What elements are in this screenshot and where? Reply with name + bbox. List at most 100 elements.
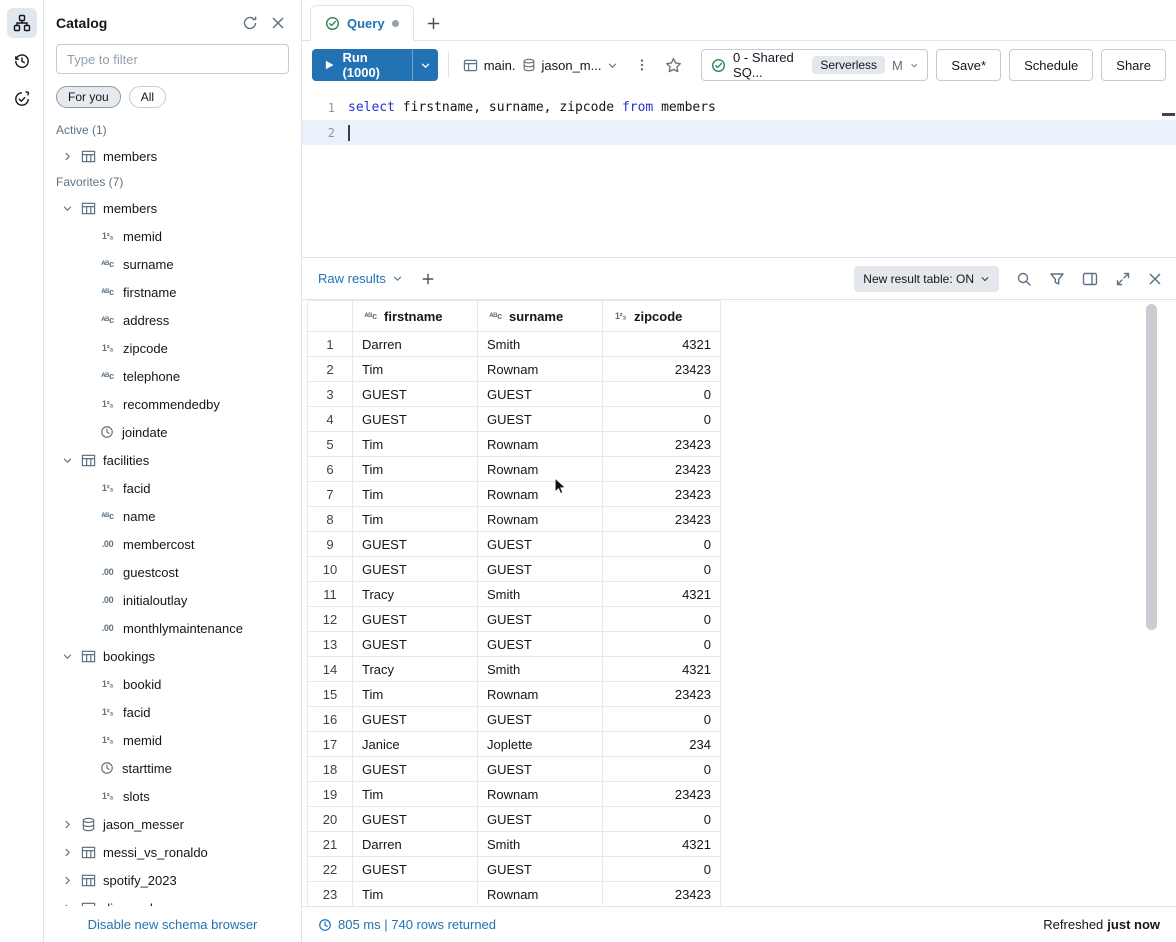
new-tab-button[interactable]: [426, 16, 441, 31]
cell-surname[interactable]: GUEST: [478, 407, 603, 432]
cell-firstname[interactable]: Darren: [353, 332, 478, 357]
cell-zipcode[interactable]: 4321: [603, 657, 721, 682]
cell-firstname[interactable]: Tim: [353, 682, 478, 707]
result-row-22[interactable]: 22GUESTGUEST0: [308, 857, 721, 882]
cell-surname[interactable]: Smith: [478, 832, 603, 857]
tree-item-address[interactable]: ᴬᴮcaddress: [44, 306, 301, 334]
cell-zipcode[interactable]: 23423: [603, 357, 721, 382]
cell-zipcode[interactable]: 23423: [603, 507, 721, 532]
cell-zipcode[interactable]: 0: [603, 407, 721, 432]
cell-zipcode[interactable]: 4321: [603, 832, 721, 857]
editor-scroll-mark[interactable]: [1162, 113, 1175, 116]
cell-firstname[interactable]: Tim: [353, 882, 478, 907]
cell-zipcode[interactable]: 23423: [603, 882, 721, 907]
tree-item-facid[interactable]: 1²₃facid: [44, 474, 301, 502]
tree-item-messi_vs_ronaldo[interactable]: messi_vs_ronaldo: [44, 838, 301, 866]
cell-zipcode[interactable]: 0: [603, 807, 721, 832]
cell-surname[interactable]: Rownam: [478, 457, 603, 482]
filter-icon[interactable]: [1049, 271, 1065, 287]
kebab-menu-icon[interactable]: [630, 52, 653, 78]
chevron-right-icon[interactable]: [61, 151, 73, 162]
cell-firstname[interactable]: Darren: [353, 832, 478, 857]
tree-item-starttime[interactable]: starttime: [44, 754, 301, 782]
cell-surname[interactable]: Rownam: [478, 882, 603, 907]
result-row-5[interactable]: 5TimRownam23423: [308, 432, 721, 457]
cell-firstname[interactable]: Tracy: [353, 582, 478, 607]
tree-item-slots[interactable]: 1²₃slots: [44, 782, 301, 810]
cell-zipcode[interactable]: 23423: [603, 482, 721, 507]
favorite-star-icon[interactable]: [662, 52, 685, 78]
cell-surname[interactable]: GUEST: [478, 607, 603, 632]
cell-zipcode[interactable]: 23423: [603, 782, 721, 807]
results-scrollbar-thumb[interactable]: [1146, 304, 1157, 630]
cell-firstname[interactable]: GUEST: [353, 807, 478, 832]
result-row-10[interactable]: 10GUESTGUEST0: [308, 557, 721, 582]
cell-surname[interactable]: GUEST: [478, 632, 603, 657]
warehouse-selector[interactable]: 0 - Shared SQ... Serverless M: [701, 49, 928, 81]
result-row-4[interactable]: 4GUESTGUEST0: [308, 407, 721, 432]
cell-zipcode[interactable]: 0: [603, 382, 721, 407]
tree-item-memid[interactable]: 1²₃memid: [44, 222, 301, 250]
tree-item-bookid[interactable]: 1²₃bookid: [44, 670, 301, 698]
tree-item-members[interactable]: members: [44, 142, 301, 170]
cell-firstname[interactable]: GUEST: [353, 857, 478, 882]
cell-firstname[interactable]: Tim: [353, 432, 478, 457]
tree-item-monthlymaintenance[interactable]: .00monthlymaintenance: [44, 614, 301, 642]
tree-item-memid[interactable]: 1²₃memid: [44, 726, 301, 754]
tree-item-facid[interactable]: 1²₃facid: [44, 698, 301, 726]
cell-surname[interactable]: Rownam: [478, 507, 603, 532]
result-row-21[interactable]: 21DarrenSmith4321: [308, 832, 721, 857]
cell-surname[interactable]: Rownam: [478, 782, 603, 807]
schedule-button[interactable]: Schedule: [1009, 49, 1093, 81]
cell-zipcode[interactable]: 0: [603, 707, 721, 732]
tab-query[interactable]: Query: [310, 5, 414, 41]
chevron-right-icon[interactable]: [61, 819, 73, 830]
cell-surname[interactable]: Smith: [478, 582, 603, 607]
catalog-schema-selector[interactable]: main. jason_m...: [459, 58, 623, 73]
tree-item-spotify_2023[interactable]: spotify_2023: [44, 866, 301, 894]
result-row-23[interactable]: 23TimRownam23423: [308, 882, 721, 907]
cell-firstname[interactable]: GUEST: [353, 407, 478, 432]
chevron-down-icon[interactable]: [61, 455, 73, 466]
cell-firstname[interactable]: GUEST: [353, 632, 478, 657]
result-row-3[interactable]: 3GUESTGUEST0: [308, 382, 721, 407]
result-row-17[interactable]: 17JaniceJoplette234: [308, 732, 721, 757]
cell-surname[interactable]: GUEST: [478, 557, 603, 582]
cell-firstname[interactable]: Janice: [353, 732, 478, 757]
result-row-12[interactable]: 12GUESTGUEST0: [308, 607, 721, 632]
share-button[interactable]: Share: [1101, 49, 1166, 81]
pill-all[interactable]: All: [129, 86, 166, 108]
cell-firstname[interactable]: Tim: [353, 457, 478, 482]
tree-item-facilities[interactable]: facilities: [44, 446, 301, 474]
cell-surname[interactable]: GUEST: [478, 857, 603, 882]
history-rail-button[interactable]: [7, 46, 37, 76]
cell-surname[interactable]: GUEST: [478, 707, 603, 732]
cell-surname[interactable]: Smith: [478, 332, 603, 357]
column-header-zipcode[interactable]: 1²₃zipcode: [603, 301, 721, 332]
tree-item-initialoutlay[interactable]: .00initialoutlay: [44, 586, 301, 614]
close-results-icon[interactable]: [1148, 272, 1162, 286]
column-header-surname[interactable]: ᴬᴮcsurname: [478, 301, 603, 332]
cell-firstname[interactable]: Tim: [353, 782, 478, 807]
result-row-6[interactable]: 6TimRownam23423: [308, 457, 721, 482]
cell-surname[interactable]: Rownam: [478, 432, 603, 457]
result-row-19[interactable]: 19TimRownam23423: [308, 782, 721, 807]
pill-for-you[interactable]: For you: [56, 86, 121, 108]
job-runs-rail-button[interactable]: [7, 84, 37, 114]
cell-zipcode[interactable]: 0: [603, 757, 721, 782]
cell-zipcode[interactable]: 0: [603, 607, 721, 632]
result-row-1[interactable]: 1DarrenSmith4321: [308, 332, 721, 357]
cell-surname[interactable]: GUEST: [478, 382, 603, 407]
sql-editor[interactable]: 1select firstname, surname, zipcode from…: [302, 89, 1176, 258]
close-panel-icon[interactable]: [267, 12, 289, 34]
cell-surname[interactable]: Rownam: [478, 682, 603, 707]
columns-panel-icon[interactable]: [1082, 271, 1098, 287]
cell-surname[interactable]: GUEST: [478, 807, 603, 832]
result-row-9[interactable]: 9GUESTGUEST0: [308, 532, 721, 557]
chevron-down-icon[interactable]: [61, 651, 73, 662]
search-results-icon[interactable]: [1016, 271, 1032, 287]
tree-item-jason_messer[interactable]: jason_messer: [44, 810, 301, 838]
refresh-icon[interactable]: [239, 12, 261, 34]
cell-firstname[interactable]: Tim: [353, 482, 478, 507]
cell-zipcode[interactable]: 0: [603, 557, 721, 582]
